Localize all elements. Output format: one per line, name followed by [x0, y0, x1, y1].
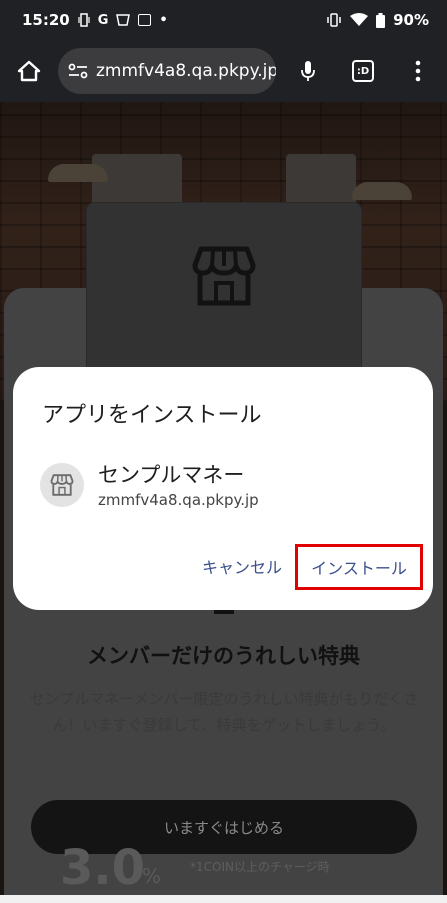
browser-toolbar: zmmfv4a8.qa.pkpy.jp :D: [0, 40, 447, 102]
vibrate-mode-icon: [326, 13, 342, 27]
member-benefits-title: メンバーだけのうれしい特典: [87, 644, 360, 668]
more-vert-icon: [415, 60, 421, 82]
app-url: zmmfv4a8.qa.pkpy.jp: [98, 491, 259, 509]
tab-count: :D: [352, 60, 374, 82]
status-time: 15:20: [22, 11, 70, 29]
charge-note: *1COIN以上のチャージ時: [190, 860, 330, 874]
site-settings-icon[interactable]: [68, 63, 88, 79]
microphone-icon: [301, 61, 315, 81]
cancel-button[interactable]: キャンセル: [196, 550, 288, 582]
app-notification-icon: [138, 14, 152, 26]
status-bar: 15:20 G • 90%: [0, 0, 447, 40]
url-field[interactable]: zmmfv4a8.qa.pkpy.jp: [58, 48, 276, 94]
battery-percent: 90%: [393, 11, 429, 29]
rate-number: 3.0: [60, 840, 146, 896]
browser-menu-button[interactable]: [398, 60, 438, 82]
battery-icon: [376, 12, 386, 28]
storefront-icon: [50, 474, 74, 496]
rate-unit: %: [142, 864, 162, 888]
tab-switcher-button[interactable]: :D: [338, 60, 388, 82]
app-icon: [40, 463, 84, 507]
bottom-strip: [0, 895, 447, 903]
dialog-title: アプリをインストール: [42, 403, 262, 428]
install-app-dialog: アプリをインストール センプルマネー zmmfv4a8.qa.pkpy.jp キ…: [13, 367, 433, 610]
url-text: zmmfv4a8.qa.pkpy.jp: [96, 61, 276, 81]
install-button[interactable]: インストール: [295, 544, 423, 590]
vibrate-notification-icon: [78, 13, 90, 27]
app-name: センプルマネー: [98, 463, 245, 487]
wifi-icon: [350, 13, 369, 27]
home-button[interactable]: [0, 40, 58, 102]
home-icon: [17, 60, 41, 82]
member-benefits-description: センプルマネーメンバー限定のうれしい特典がもりだくさん！いますぐ登録して、特典を…: [29, 690, 419, 734]
google-app-icon: G: [97, 12, 109, 28]
voice-search-button[interactable]: [282, 59, 334, 83]
shield-notification-icon: [116, 14, 131, 26]
dot-icon: •: [159, 12, 168, 28]
